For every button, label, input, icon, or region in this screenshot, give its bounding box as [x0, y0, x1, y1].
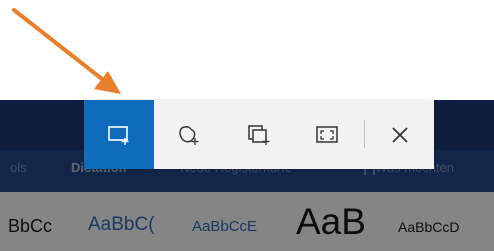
freeform-snip-icon: [179, 125, 199, 145]
snip-toolbar: [84, 100, 434, 169]
rectangle-snip-icon: [108, 125, 129, 145]
window-snip-button[interactable]: [224, 100, 294, 169]
close-snip-button[interactable]: [366, 100, 434, 169]
toolbar-divider: [364, 120, 365, 148]
annotation-arrow-icon: [12, 8, 121, 94]
fullscreen-snip-button[interactable]: [293, 100, 361, 169]
fullscreen-snip-icon: [316, 125, 338, 143]
window-snip-icon: [248, 124, 270, 145]
freeform-snip-button[interactable]: [154, 100, 224, 169]
rectangular-snip-button[interactable]: [84, 100, 154, 169]
close-icon: [392, 126, 408, 143]
